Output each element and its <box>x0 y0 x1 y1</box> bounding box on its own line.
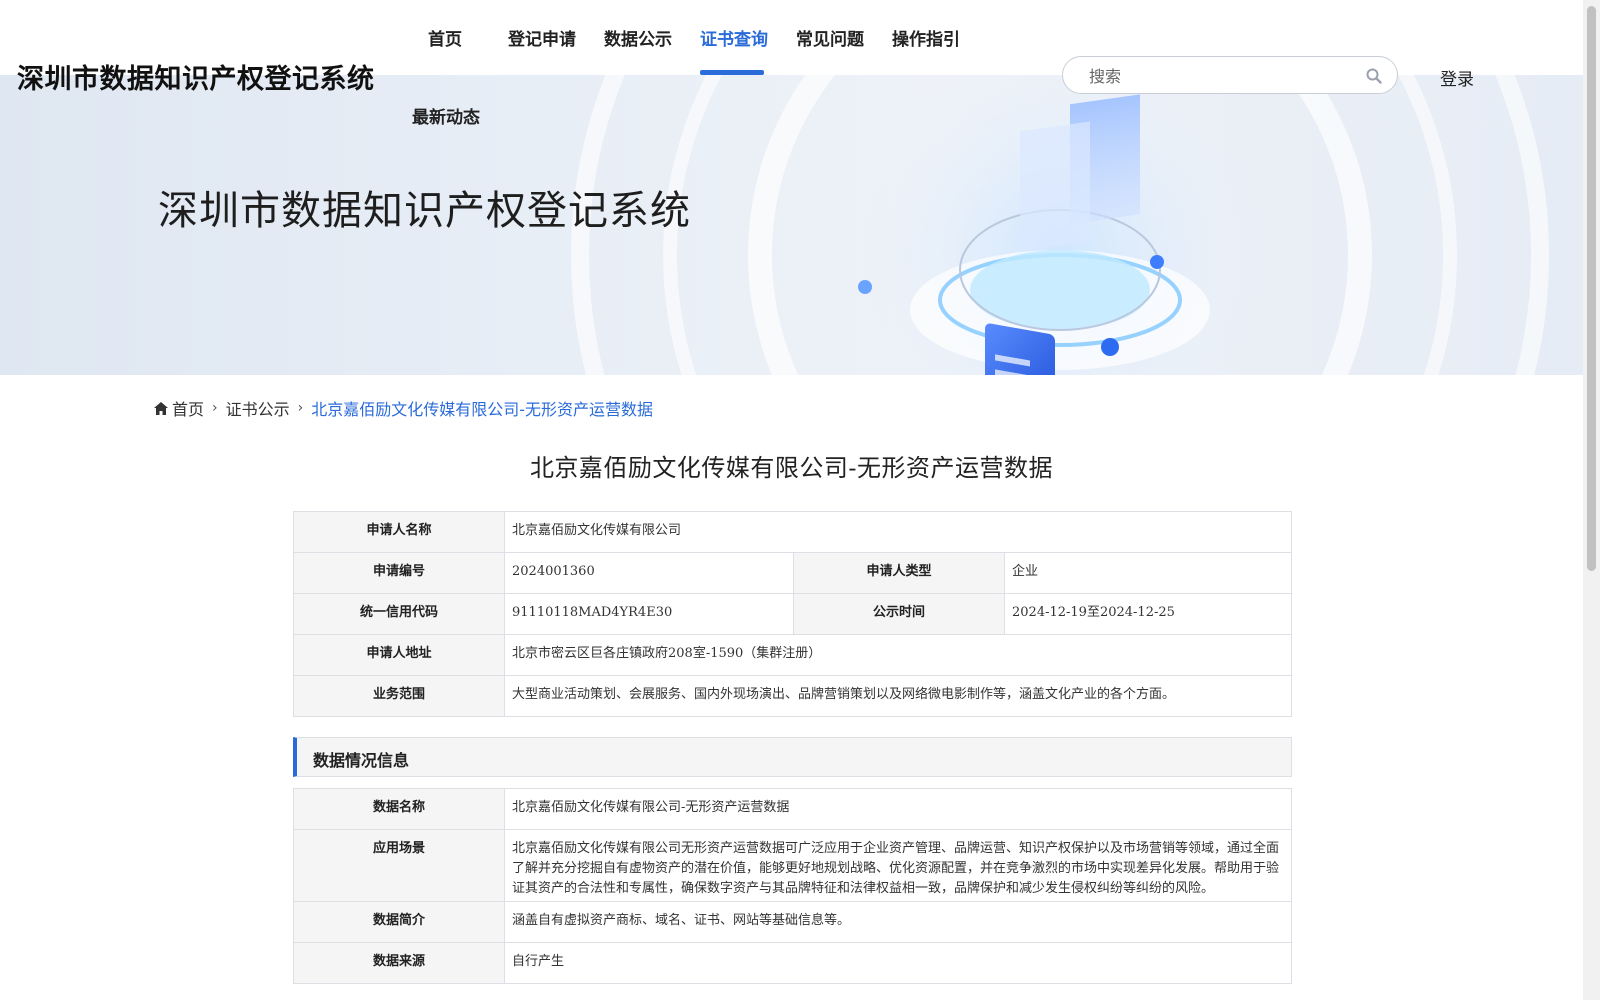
page-scrollbar[interactable] <box>1583 0 1600 1000</box>
breadcrumb-section[interactable]: 证书公示 <box>226 396 290 420</box>
breadcrumb: 首页 › 证书公示 › 北京嘉佰励文化传媒有限公司-无形资产运营数据 <box>154 396 653 420</box>
business-scope-value: 大型商业活动策划、会展服务、国内外现场演出、品牌营销策划以及网络微电影制作等，涵… <box>504 675 1292 717</box>
table-row: 申请人名称 北京嘉佰励文化传媒有限公司 <box>293 511 1292 553</box>
search-icon[interactable] <box>1365 67 1383 85</box>
credit-code-label: 统一信用代码 <box>293 593 505 635</box>
scrollbar-thumb[interactable] <box>1587 6 1596 571</box>
data-intro-value: 涵盖自有虚拟资产商标、域名、证书、网站等基础信息等。 <box>504 901 1292 943</box>
table-row: 申请编号 2024001360 申请人类型 企业 <box>293 552 1292 594</box>
site-title: 深圳市数据知识产权登记系统 <box>17 64 375 95</box>
application-number-label: 申请编号 <box>293 552 505 594</box>
data-info-table: 数据名称 北京嘉佰励文化传媒有限公司-无形资产运营数据 应用场景 北京嘉佰励文化… <box>293 788 1292 984</box>
applicant-name-label: 申请人名称 <box>293 511 505 553</box>
table-row: 数据简介 涵盖自有虚拟资产商标、域名、证书、网站等基础信息等。 <box>293 901 1292 943</box>
table-row: 数据来源 自行产生 <box>293 942 1292 984</box>
nav-home[interactable]: 首页 <box>428 25 462 50</box>
publicity-period-label: 公示时间 <box>793 593 1005 635</box>
nav-registration[interactable]: 登记申请 <box>508 25 576 50</box>
data-name-label: 数据名称 <box>293 788 505 830</box>
page-title: 北京嘉佰励文化传媒有限公司-无形资产运营数据 <box>529 454 1054 482</box>
hero-banner: 深圳市数据知识产权登记系统 <box>0 75 1583 375</box>
search-input[interactable] <box>1087 63 1351 89</box>
data-section-title: 数据情况信息 <box>313 751 410 770</box>
applicant-address-label: 申请人地址 <box>293 634 505 676</box>
applicant-name-value: 北京嘉佰励文化传媒有限公司 <box>504 511 1292 553</box>
data-source-label: 数据来源 <box>293 942 505 984</box>
breadcrumb-home[interactable]: 首页 <box>172 396 204 420</box>
nav-active-indicator <box>700 70 764 75</box>
nav-guide[interactable]: 操作指引 <box>892 25 960 50</box>
search-box <box>1062 56 1398 94</box>
login-link[interactable]: 登录 <box>1440 65 1474 90</box>
application-scene-label: 应用场景 <box>293 829 505 902</box>
applicant-type-label: 申请人类型 <box>793 552 1005 594</box>
data-source-value: 自行产生 <box>504 942 1292 984</box>
credit-code-value: 91110118MAD4YR4E30 <box>504 593 794 635</box>
nav-certificate-query[interactable]: 证书查询 <box>700 25 768 50</box>
data-section-header: 数据情况信息 <box>293 737 1292 777</box>
table-row: 业务范围 大型商业活动策划、会展服务、国内外现场演出、品牌营销策划以及网络微电影… <box>293 675 1292 717</box>
business-scope-label: 业务范围 <box>293 675 505 717</box>
data-intro-label: 数据简介 <box>293 901 505 943</box>
publicity-period-value: 2024-12-19至2024-12-25 <box>1004 593 1292 635</box>
applicant-type-value: 企业 <box>1004 552 1292 594</box>
applicant-info-table: 申请人名称 北京嘉佰励文化传媒有限公司 申请编号 2024001360 申请人类… <box>293 511 1292 717</box>
chevron-right-icon: › <box>297 400 304 416</box>
table-row: 应用场景 北京嘉佰励文化传媒有限公司无形资产运营数据可广泛应用于企业资产管理、品… <box>293 829 1292 902</box>
nav-data-publicity[interactable]: 数据公示 <box>604 25 672 50</box>
banner-title: 深圳市数据知识产权登记系统 <box>158 188 691 234</box>
breadcrumb-current: 北京嘉佰励文化传媒有限公司-无形资产运营数据 <box>311 400 654 419</box>
applicant-address-value: 北京市密云区巨各庄镇政府208室-1590（集群注册） <box>504 634 1292 676</box>
application-number-value: 2024001360 <box>504 552 794 594</box>
application-scene-value: 北京嘉佰励文化传媒有限公司无形资产运营数据可广泛应用于企业资产管理、品牌运营、知… <box>504 829 1292 902</box>
data-name-value: 北京嘉佰励文化传媒有限公司-无形资产运营数据 <box>504 788 1292 830</box>
nav-news[interactable]: 最新动态 <box>412 103 480 128</box>
nav-faq[interactable]: 常见问题 <box>796 25 864 50</box>
table-row: 申请人地址 北京市密云区巨各庄镇政府208室-1590（集群注册） <box>293 634 1292 676</box>
table-row: 统一信用代码 91110118MAD4YR4E30 公示时间 2024-12-1… <box>293 593 1292 635</box>
table-row: 数据名称 北京嘉佰励文化传媒有限公司-无形资产运营数据 <box>293 788 1292 830</box>
chevron-right-icon: › <box>212 400 218 416</box>
home-icon <box>154 401 168 415</box>
